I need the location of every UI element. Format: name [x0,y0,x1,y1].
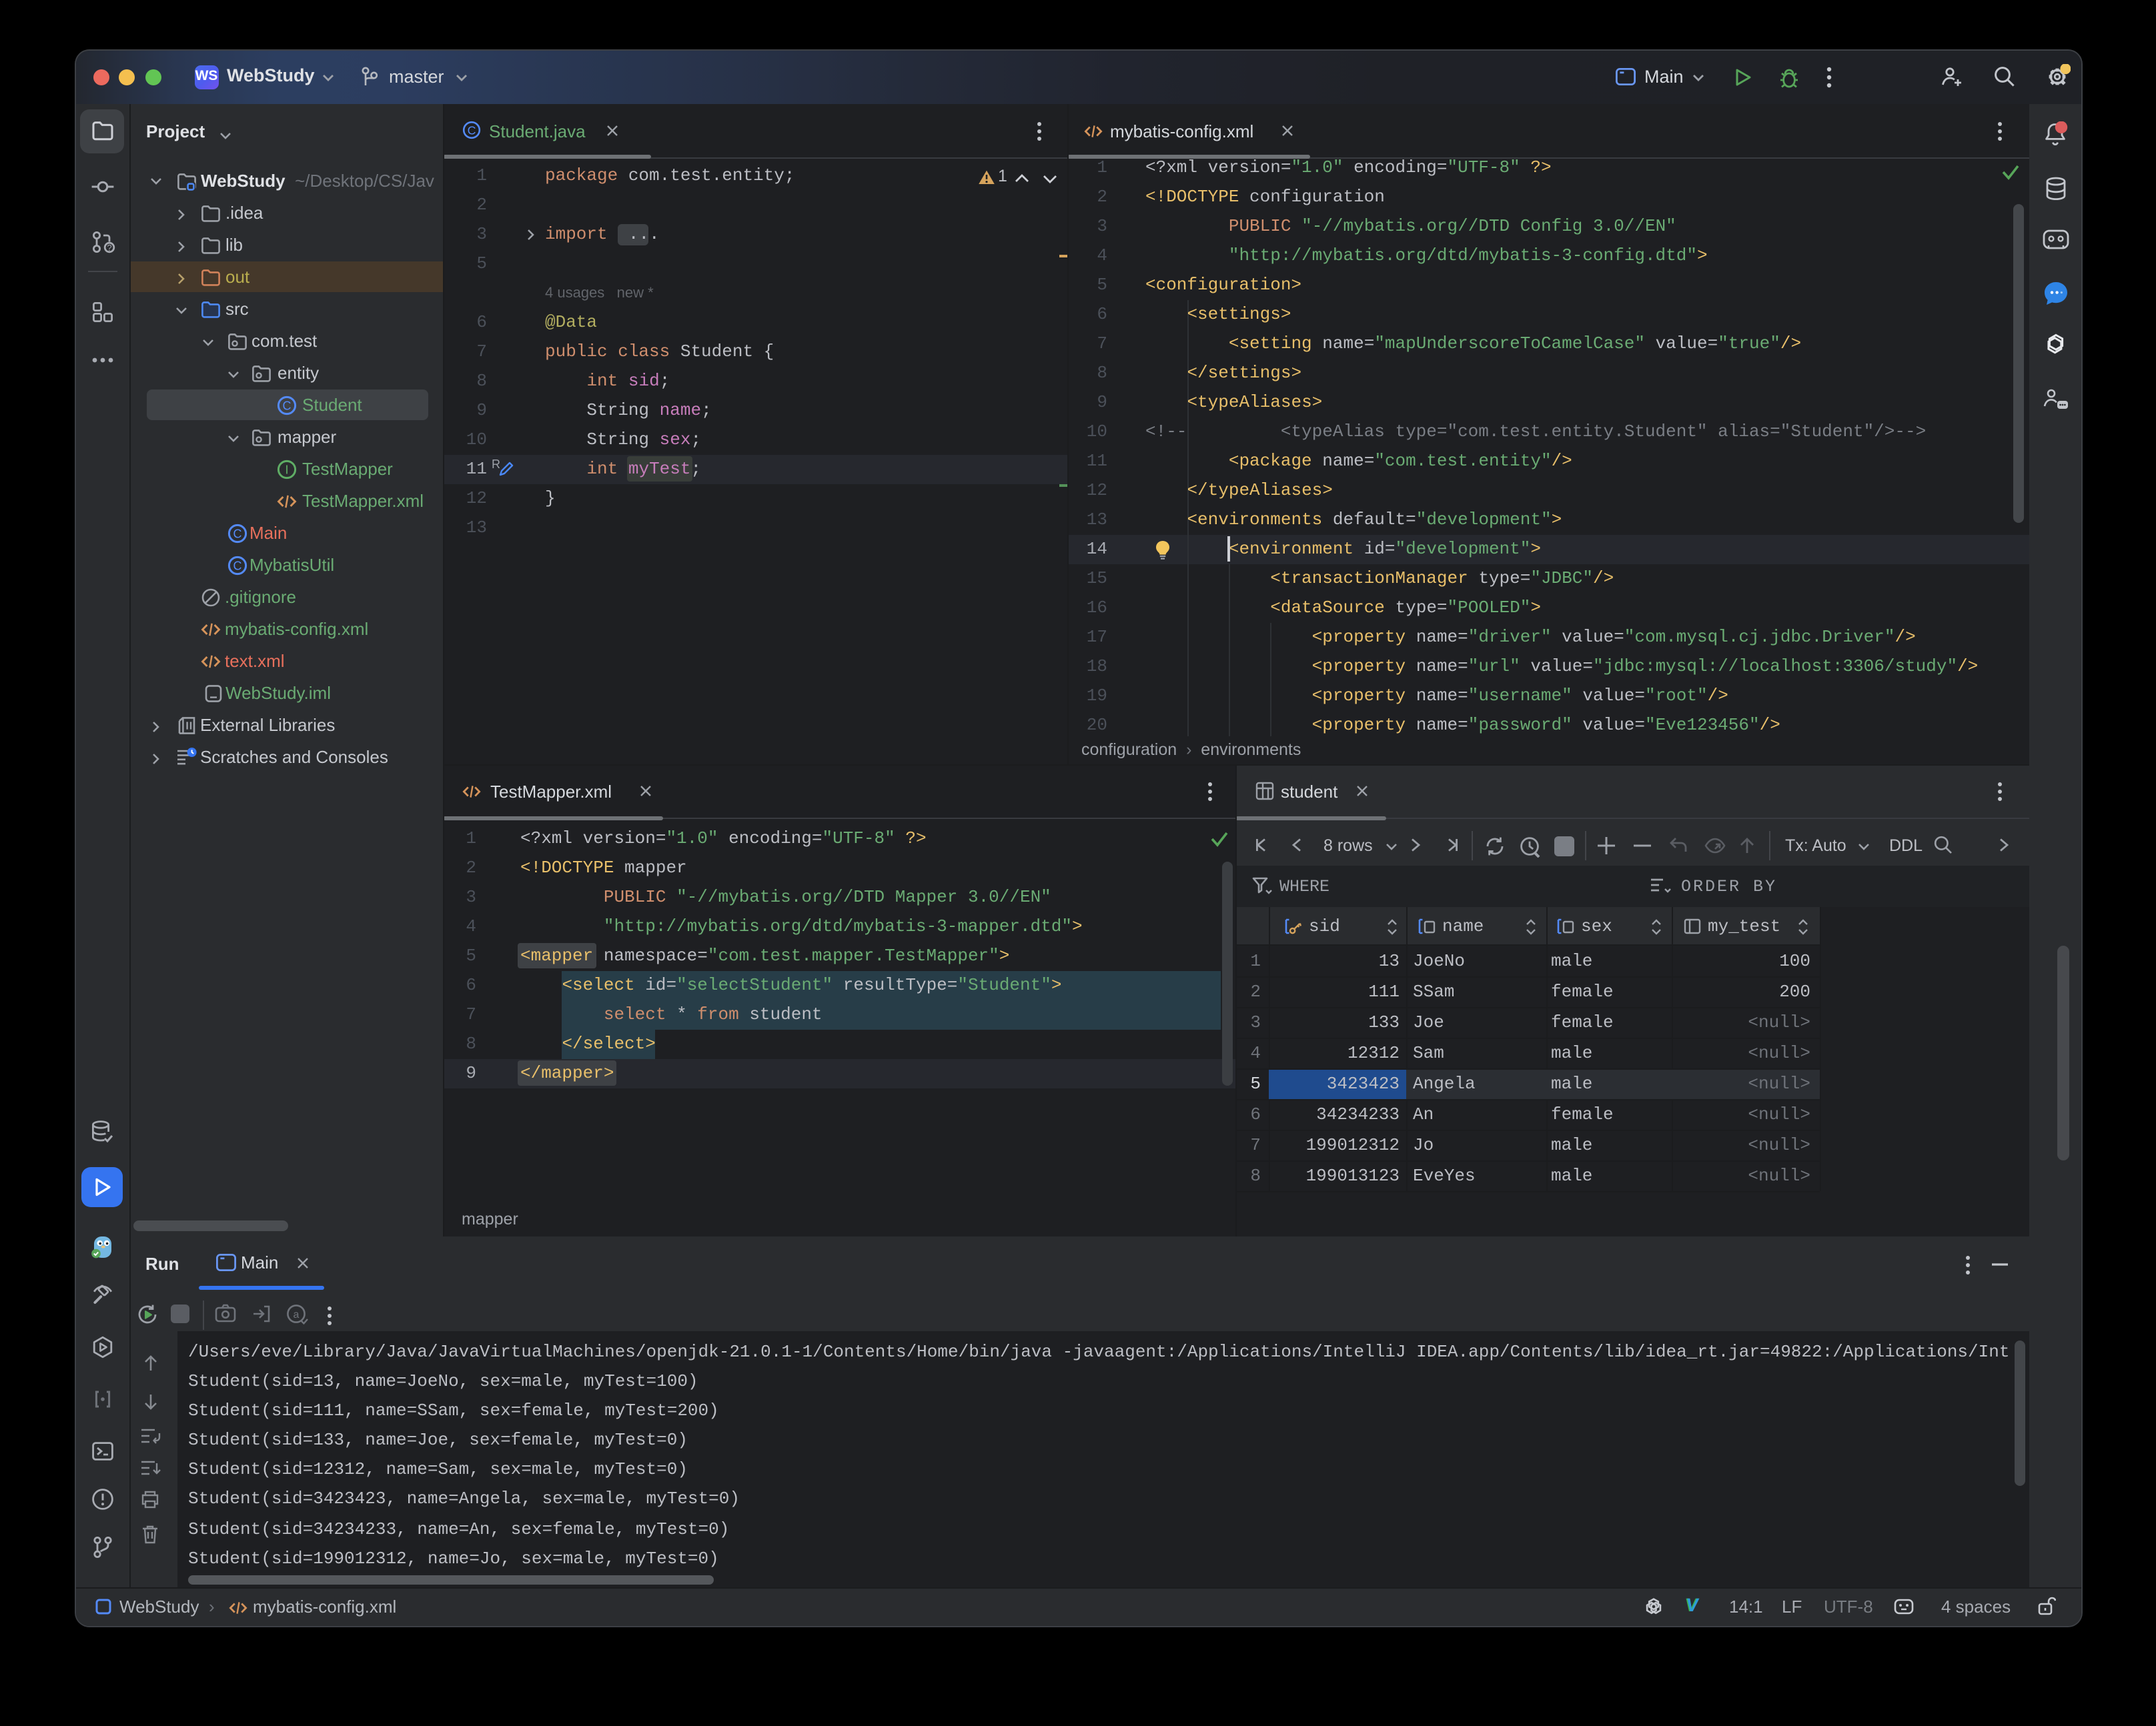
svg-text:C: C [467,123,476,137]
svg-text:C: C [233,527,242,540]
svg-text:C: C [283,399,292,412]
svg-text:I: I [285,463,288,476]
svg-text:?: ? [106,242,111,252]
svg-text:a: a [293,1309,299,1321]
svg-text:C: C [233,559,242,572]
